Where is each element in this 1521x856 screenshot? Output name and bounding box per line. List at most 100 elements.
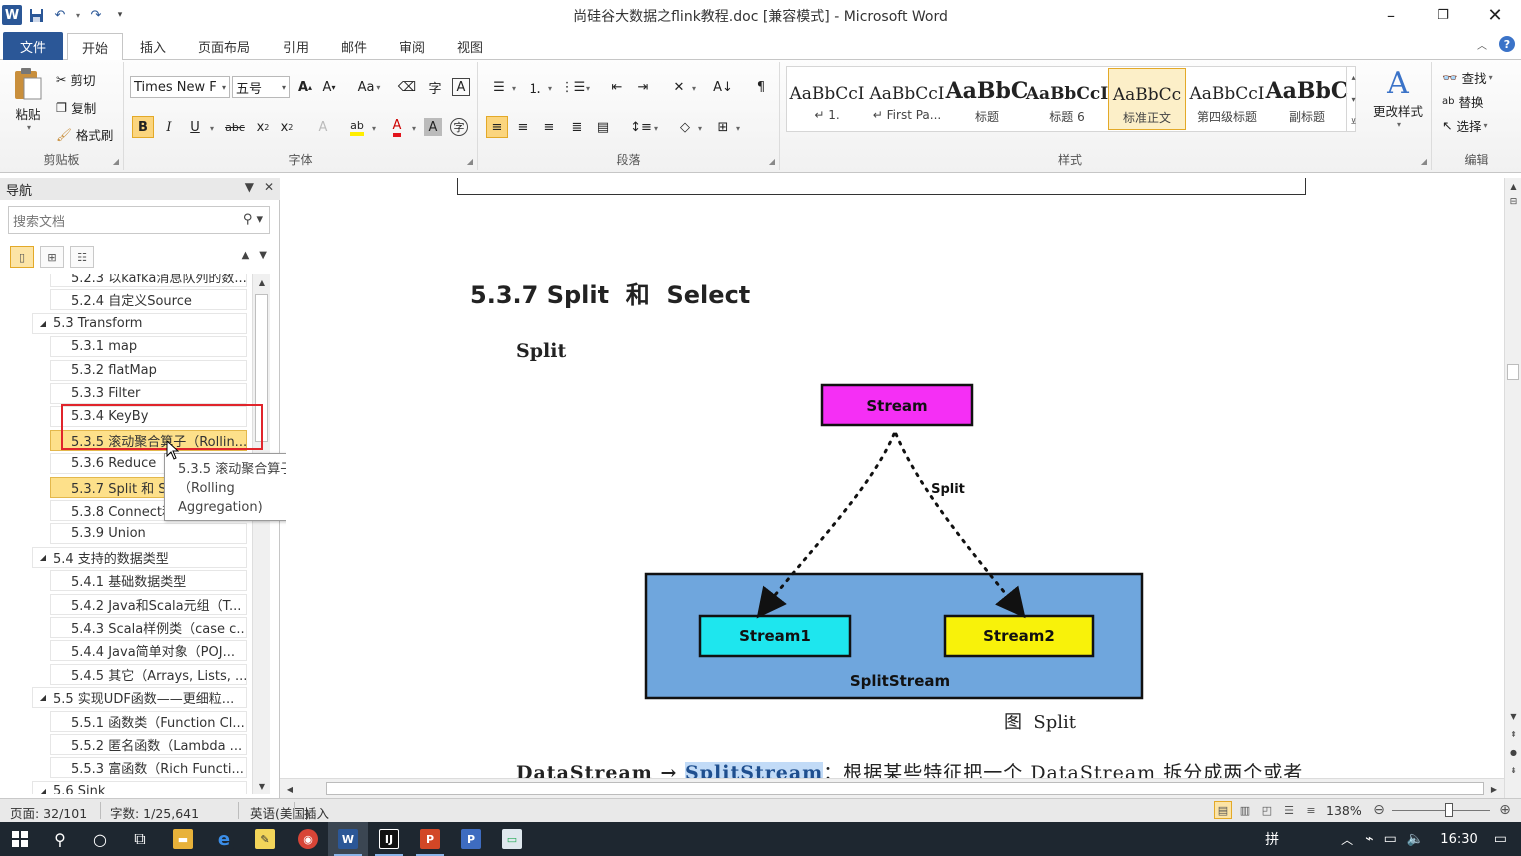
- volume-icon[interactable]: 🔈: [1407, 831, 1424, 847]
- save-icon[interactable]: [26, 5, 46, 25]
- collapse-triangle-icon[interactable]: ◢: [33, 319, 53, 328]
- gallery-more-icon[interactable]: ⊻: [1351, 117, 1357, 126]
- enclose-characters-icon[interactable]: 字: [450, 118, 468, 136]
- tab-review[interactable]: 审阅: [388, 33, 436, 60]
- borders-dropdown-icon[interactable]: ▾: [736, 124, 740, 133]
- align-center-button[interactable]: ≡: [512, 116, 534, 138]
- prev-page-icon[interactable]: ⇞: [1505, 726, 1521, 742]
- character-shading-icon[interactable]: A: [424, 118, 442, 136]
- select-dropdown-icon[interactable]: ▾: [1484, 121, 1488, 130]
- show-marks-icon[interactable]: ¶: [750, 76, 772, 98]
- nav-heading-level2[interactable]: 5.4.3 Scala样例类（case c...: [50, 617, 247, 638]
- shading-dropdown-icon[interactable]: ▾: [698, 124, 702, 133]
- task-view-icon[interactable]: ⧉: [120, 822, 160, 856]
- doc-scroll-down-icon[interactable]: ▼: [1505, 708, 1521, 724]
- help-icon[interactable]: ?: [1499, 36, 1515, 52]
- generic-app-icon[interactable]: ▭: [492, 822, 532, 856]
- shading-icon[interactable]: ◇: [674, 116, 696, 138]
- sort-icon[interactable]: A↓: [712, 76, 734, 98]
- styles-gallery-scroll[interactable]: ▴ ▾ ⊻: [1346, 66, 1360, 132]
- nav-heading-level2[interactable]: 5.2.4 自定义Source: [50, 289, 247, 311]
- word-logo-icon[interactable]: W: [2, 5, 22, 25]
- font-launcher-icon[interactable]: ◢: [467, 157, 473, 166]
- customize-qat-icon[interactable]: ▾: [110, 5, 130, 25]
- nav-heading-level1[interactable]: ◢ 5.4 支持的数据类型: [32, 546, 247, 568]
- next-heading-icon[interactable]: ▼: [259, 250, 267, 261]
- italic-button[interactable]: I: [158, 116, 180, 138]
- style-item-3[interactable]: AaBbC 标题: [946, 68, 1029, 130]
- collapse-triangle-icon[interactable]: ◢: [33, 693, 53, 702]
- font-size-dropdown-icon[interactable]: ▾: [282, 83, 286, 92]
- nav-heading-level1[interactable]: ◢ 5.3 Transform: [32, 312, 247, 334]
- style-item-7[interactable]: AaBbC 副标题: [1266, 68, 1349, 130]
- undo-icon[interactable]: ↶: [50, 5, 70, 25]
- nav-heading-level1[interactable]: ◢ 5.5 实现UDF函数——更细粒...: [32, 687, 247, 709]
- tab-mailings[interactable]: 邮件: [330, 33, 378, 60]
- highlight-color-icon[interactable]: ab: [346, 116, 368, 138]
- nav-heading-level2[interactable]: 5.4.4 Java简单对象（POJ...: [50, 640, 247, 662]
- chrome-icon[interactable]: ◉: [288, 822, 328, 856]
- nav-heading-level2[interactable]: 5.3.1 map: [50, 336, 247, 358]
- redo-icon[interactable]: ↷: [86, 5, 106, 25]
- style-item-5[interactable]: AaBbCc 标准正文: [1108, 68, 1186, 130]
- doc-scroll-up-icon[interactable]: ▲: [1505, 178, 1521, 194]
- decrease-indent-icon[interactable]: ⇤: [606, 76, 628, 98]
- ruler-toggle-icon[interactable]: ⊟: [1505, 194, 1521, 210]
- increase-indent-icon[interactable]: ⇥: [632, 76, 654, 98]
- doc-hscroll-thumb[interactable]: [326, 782, 1484, 795]
- word-taskbar-icon[interactable]: W: [328, 822, 368, 856]
- search-icon[interactable]: ⚲ ▾: [243, 212, 263, 227]
- underline-button[interactable]: U: [184, 116, 206, 138]
- tab-file[interactable]: 文件: [3, 32, 63, 60]
- headings-view-icon[interactable]: ▯: [10, 246, 34, 268]
- chinese-layout-icon[interactable]: ✕: [668, 76, 690, 98]
- browse-object-icon[interactable]: ●: [1505, 744, 1521, 760]
- distribute-button[interactable]: ▤: [592, 116, 614, 138]
- nav-heading-level2[interactable]: 5.5.2 匿名函数（Lambda ...: [50, 734, 247, 755]
- doc-scroll-left-icon[interactable]: ◀: [282, 779, 298, 799]
- p-app-icon[interactable]: P: [451, 822, 491, 856]
- strikethrough-button[interactable]: abc: [222, 116, 248, 138]
- multilevel-dropdown-icon[interactable]: ▾: [586, 84, 590, 93]
- chinese-layout-dropdown-icon[interactable]: ▾: [692, 84, 696, 93]
- replace-button[interactable]: ab 替换: [1442, 92, 1484, 111]
- search-taskbar-icon[interactable]: ⚲: [40, 822, 80, 856]
- document-horizontal-scrollbar[interactable]: ◀ ▶: [280, 778, 1504, 798]
- grow-font-icon[interactable]: A ▴: [294, 76, 316, 98]
- align-right-button[interactable]: ≡: [538, 116, 560, 138]
- battery-icon[interactable]: ▭: [1384, 831, 1397, 847]
- paragraph-launcher-icon[interactable]: ◢: [769, 157, 775, 166]
- zoom-level[interactable]: 138%: [1326, 803, 1362, 818]
- copy-button[interactable]: ❐ 复制: [56, 98, 96, 117]
- restore-button[interactable]: ❐: [1417, 0, 1469, 30]
- nav-search-input[interactable]: 搜索文档 ⚲ ▾: [8, 206, 270, 234]
- borders-icon[interactable]: ⊞: [712, 116, 734, 138]
- find-button[interactable]: 👓 查找 ▾: [1442, 68, 1493, 87]
- powerpoint-icon[interactable]: P: [410, 822, 450, 856]
- language-indicator[interactable]: 英语(美国): [250, 803, 310, 822]
- find-dropdown-icon[interactable]: ▾: [1489, 73, 1493, 82]
- document-area[interactable]: 5.3.7 Split 和 Select Split Stream Split …: [286, 178, 1504, 798]
- document-vertical-scrollbar[interactable]: ▲ ⊟ ▼ ⇞ ● ⇟: [1504, 178, 1521, 798]
- bullets-icon[interactable]: ☰: [488, 76, 510, 98]
- justify-button[interactable]: ≣: [566, 116, 588, 138]
- zoom-out-icon[interactable]: ⊖: [1370, 801, 1388, 819]
- previous-heading-icon[interactable]: ▲: [242, 250, 250, 261]
- underline-dropdown-icon[interactable]: ▾: [210, 124, 214, 133]
- nav-heading-level2[interactable]: 5.4.2 Java和Scala元组（T...: [50, 593, 247, 615]
- select-button[interactable]: ↖ 选择 ▾: [1442, 116, 1488, 135]
- nav-heading-level2[interactable]: 5.5.1 函数类（Function Cl...: [50, 710, 247, 732]
- cortana-icon[interactable]: ○: [80, 822, 120, 856]
- nav-heading-level2[interactable]: 5.3.3 Filter: [50, 383, 247, 404]
- style-item-4[interactable]: AaBbCcI 标题 6: [1026, 68, 1108, 130]
- clock[interactable]: 16:30: [1440, 832, 1477, 847]
- nav-heading-level2[interactable]: 5.4.1 基础数据类型: [50, 570, 247, 592]
- multilevel-list-icon[interactable]: ⋮☰: [561, 76, 586, 98]
- minimize-button[interactable]: –: [1365, 0, 1417, 30]
- ime-indicator[interactable]: 拼: [1265, 829, 1279, 849]
- nav-scroll-up-icon[interactable]: ▲: [253, 274, 271, 290]
- change-case-icon[interactable]: Aa ▾: [354, 76, 384, 98]
- collapse-triangle-icon[interactable]: ◢: [33, 787, 53, 794]
- bold-button[interactable]: B: [132, 116, 154, 138]
- font-color-dropdown-icon[interactable]: ▾: [412, 124, 416, 133]
